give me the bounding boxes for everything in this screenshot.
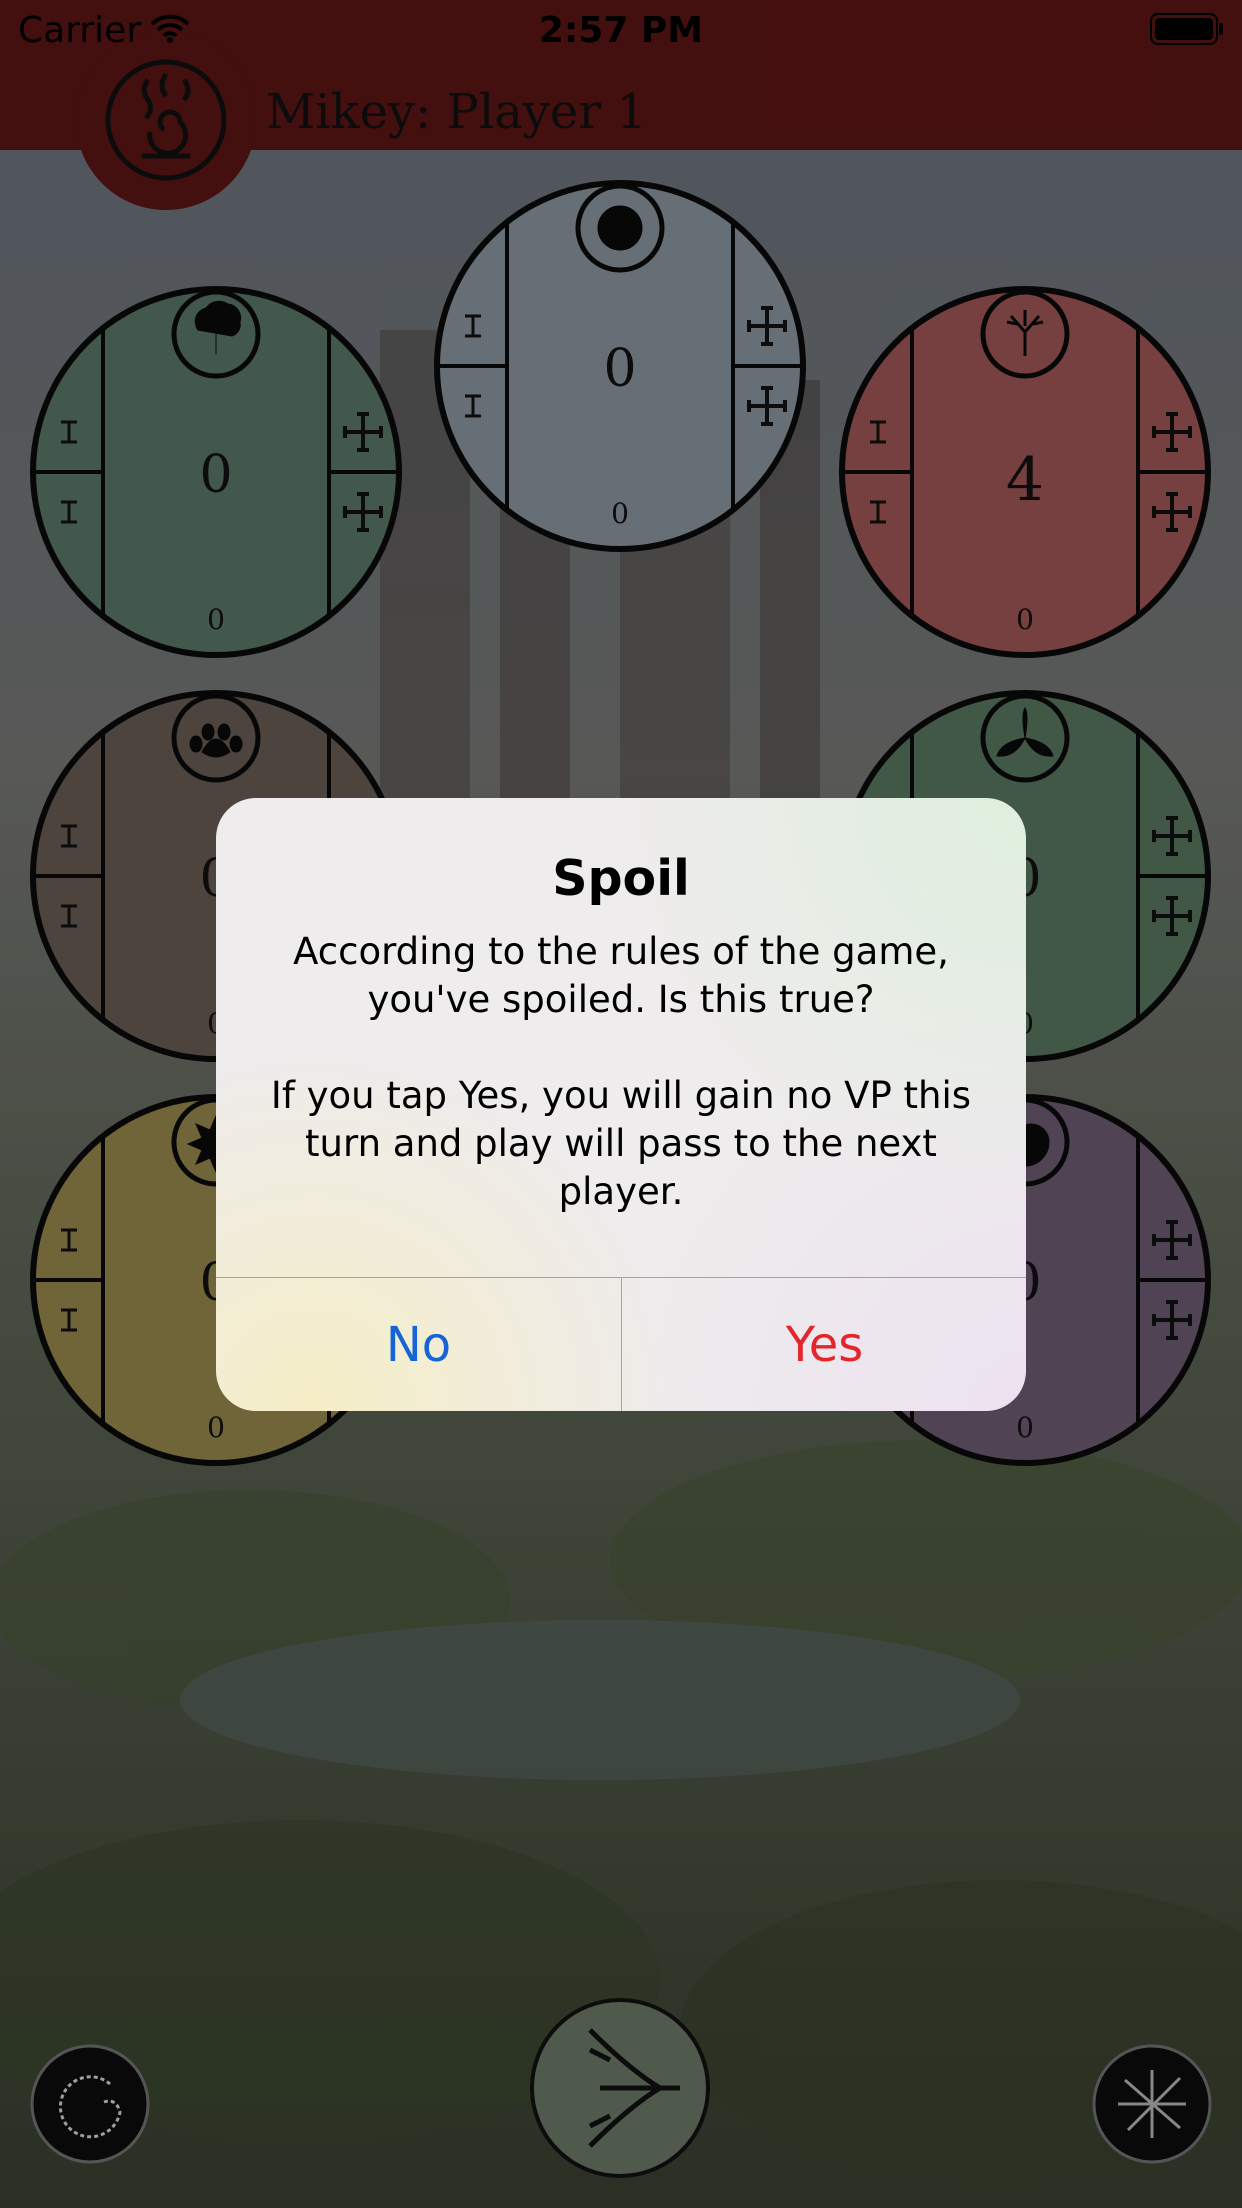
yes-button[interactable]: Yes (622, 1278, 1026, 1411)
alert-message: According to the rules of the game, you'… (270, 930, 972, 1213)
no-button[interactable]: No (216, 1278, 621, 1411)
alert-title: Spoil (552, 850, 690, 907)
spoil-alert-dialog: Spoil According to the rules of the game… (216, 798, 1026, 1411)
